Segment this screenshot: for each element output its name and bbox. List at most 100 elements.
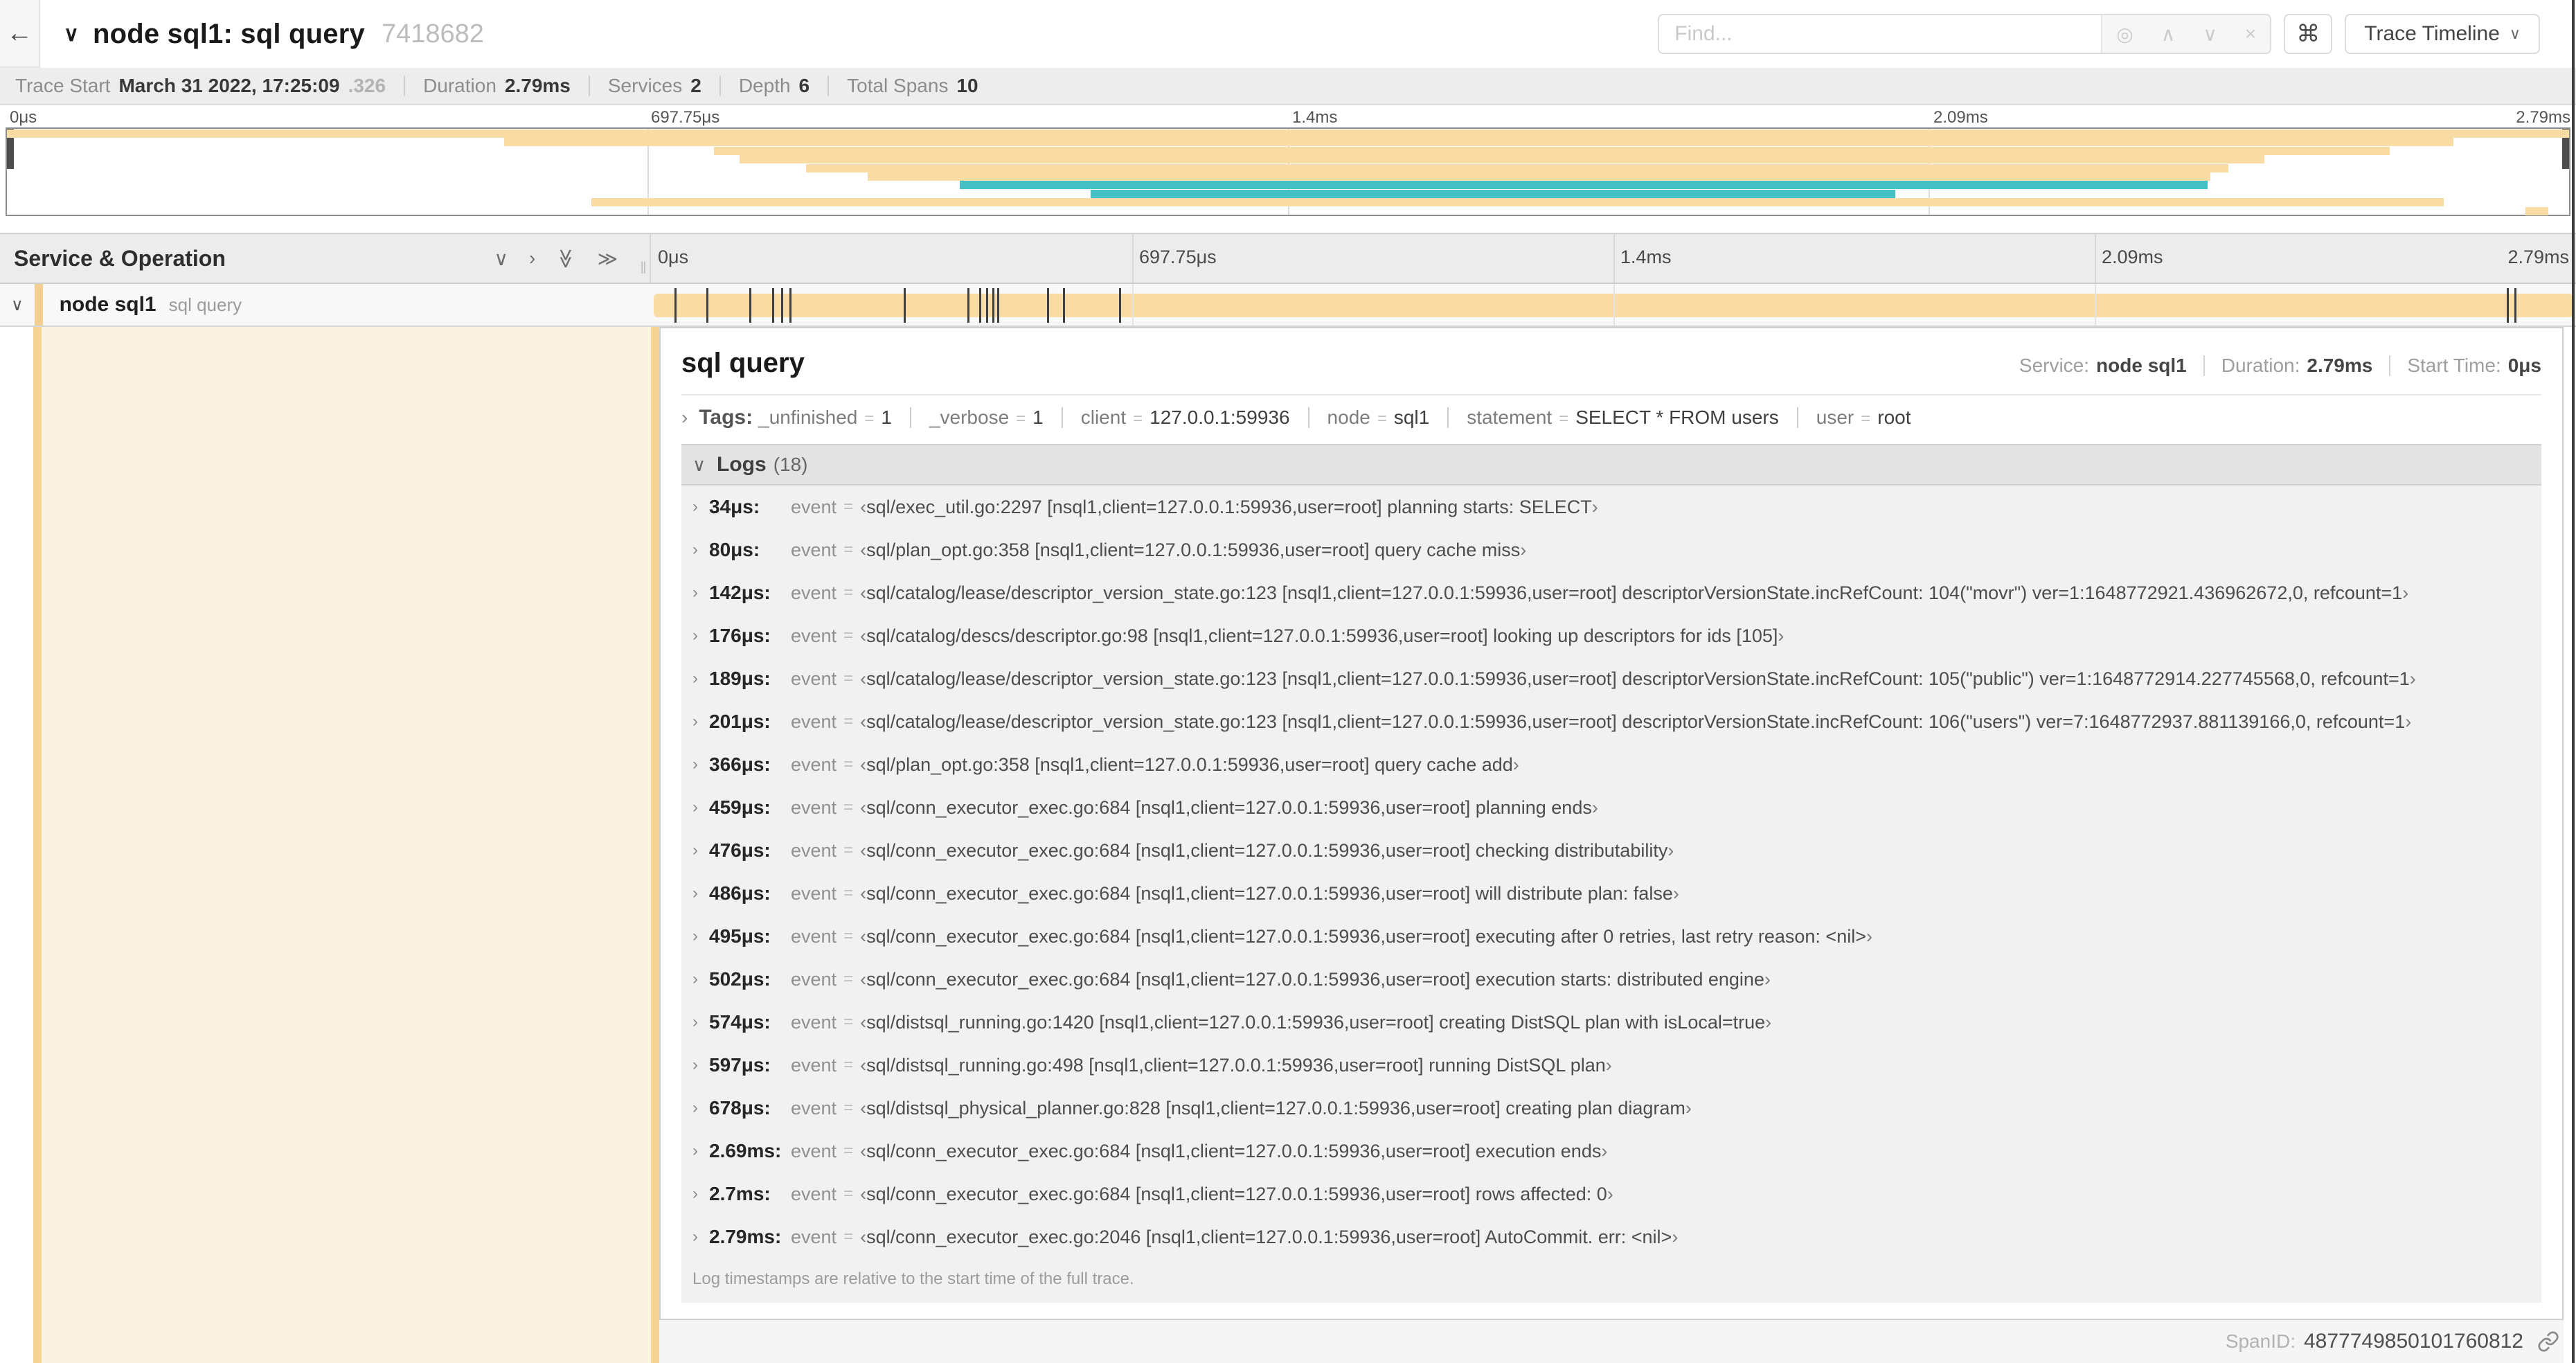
log-entry[interactable]: › 459μs: event = ‹ sql/conn_executor_exec.go:… — [681, 786, 2541, 829]
clear-search-icon[interactable]: × — [2245, 23, 2256, 45]
equals-sign: = — [843, 927, 854, 945]
log-marker — [903, 288, 906, 323]
next-match-icon[interactable]: ∨ — [2203, 23, 2217, 46]
collapse-one-icon[interactable]: ∨ — [494, 247, 509, 270]
log-marker — [1118, 288, 1121, 323]
detail-meta-value: 0μs — [2507, 355, 2541, 376]
expand-all-icon[interactable]: ≫ — [598, 247, 618, 270]
log-entry[interactable]: › 2.7ms: event = ‹ sql/conn_executor_exec.go:… — [681, 1173, 2541, 1215]
log-timestamp: 366μs: — [709, 754, 771, 775]
expand-one-icon[interactable]: › — [529, 247, 535, 269]
focus-target-icon[interactable]: ◎ — [2116, 23, 2133, 46]
chevron-right-icon[interactable]: › — [692, 1013, 698, 1032]
log-entry[interactable]: › 176μs: event = ‹ sql/catalog/descs/descript… — [681, 614, 2541, 657]
trace-title-group[interactable]: ∨ node sql1: sql query 7418682 — [64, 19, 484, 50]
tags-label: Tags: — [699, 406, 753, 429]
scrollbar[interactable] — [2572, 0, 2575, 1363]
chevron-right-icon[interactable]: › — [692, 927, 698, 946]
link-icon[interactable] — [2537, 1330, 2559, 1353]
chevron-down-icon[interactable]: ∨ — [692, 454, 706, 476]
close-quote: › — [1667, 839, 1674, 861]
back-button[interactable]: ← — [0, 0, 40, 68]
find-box: ◎ ∧ ∨ × — [1658, 14, 2272, 54]
equals-sign: = — [843, 1055, 854, 1074]
equals-sign: = — [1133, 409, 1143, 428]
tag-value: root — [1877, 407, 1911, 428]
trace-id: 7418682 — [381, 19, 484, 48]
keyboard-shortcuts-button[interactable]: ⌘ — [2284, 14, 2333, 54]
log-field-value: sql/conn_executor_exec.go:2046 [nsql1,cl… — [866, 1226, 1672, 1247]
log-entry[interactable]: › 366μs: event = ‹ sql/plan_opt.go:358 [nsql1… — [681, 743, 2541, 786]
chevron-right-icon[interactable]: › — [692, 497, 698, 517]
log-entry[interactable]: › 597μs: event = ‹ sql/distsql_running.go:498… — [681, 1044, 2541, 1087]
log-entry[interactable]: › 502μs: event = ‹ sql/conn_executor_exec.go:… — [681, 958, 2541, 1001]
log-entry[interactable]: › 80μs: event = ‹ sql/plan_opt.go:358 [nsql1,… — [681, 528, 2541, 571]
open-quote: ‹ — [860, 496, 867, 517]
log-entry[interactable]: › 2.69ms: event = ‹ sql/conn_executor_exec.go… — [681, 1130, 2541, 1173]
logs-header[interactable]: ∨ Logs (18) — [681, 444, 2541, 485]
gridline — [1613, 234, 1615, 283]
find-input[interactable] — [1659, 15, 2102, 53]
log-entry[interactable]: › 142μs: event = ‹ sql/catalog/lease/descript… — [681, 571, 2541, 614]
log-field-name: event — [791, 711, 837, 732]
chevron-right-icon[interactable]: › — [692, 669, 698, 688]
chevron-right-icon[interactable]: › — [692, 798, 698, 817]
chevron-right-icon[interactable]: › — [692, 1227, 698, 1247]
log-entry[interactable]: › 2.79ms: event = ‹ sql/conn_executor_exec.go… — [681, 1215, 2541, 1258]
log-field-value: sql/conn_executor_exec.go:684 [nsql1,cli… — [866, 1140, 1602, 1161]
log-marker — [772, 288, 775, 323]
span-detail-panel: sql query Service: node sql1 Duration: 2.79… — [659, 327, 2564, 1320]
open-quote: ‹ — [860, 1011, 867, 1033]
close-quote: › — [2409, 668, 2416, 689]
equals-sign: = — [843, 1013, 854, 1031]
chevron-right-icon[interactable]: › — [692, 626, 698, 645]
minimap-span — [591, 198, 2444, 207]
chevron-right-icon[interactable]: › — [692, 712, 698, 731]
chevron-right-icon[interactable]: › — [692, 970, 698, 989]
equals-sign: = — [843, 626, 854, 645]
detail-meta-value: 2.79ms — [2307, 355, 2373, 376]
chevron-right-icon[interactable]: › — [692, 583, 698, 603]
detail-meta-value: node sql1 — [2096, 355, 2187, 376]
chevron-right-icon[interactable]: › — [692, 1098, 698, 1118]
log-timestamp: 176μs: — [709, 625, 771, 646]
chevron-right-icon[interactable]: › — [692, 755, 698, 774]
close-quote: › — [1866, 925, 1872, 947]
column-resizer-handle[interactable]: ‖ — [640, 259, 647, 278]
chevron-right-icon[interactable]: › — [692, 1055, 698, 1075]
divider — [909, 407, 911, 428]
minimap-tick-label: 1.4ms — [1292, 108, 1338, 127]
timeline-ticks-header: 0μs 697.75μs 1.4ms 2.09ms 2.79ms — [651, 234, 2576, 283]
chevron-right-icon[interactable]: › — [692, 884, 698, 903]
divider — [1061, 407, 1063, 428]
minimap-tick-labels: 0μs 697.75μs 1.4ms 2.09ms 2.79ms — [6, 105, 2570, 127]
chevron-right-icon[interactable]: › — [681, 407, 688, 429]
gridline — [1132, 284, 1134, 326]
view-selector-button[interactable]: Trace Timeline ∨ — [2345, 14, 2540, 54]
tags-row[interactable]: › Tags: _unfinished = 1 _verbose = 1 client = 12… — [661, 395, 2562, 440]
chevron-right-icon[interactable]: › — [692, 841, 698, 860]
tag-key: statement — [1467, 407, 1553, 428]
collapse-all-icon[interactable]: ≫ — [555, 248, 578, 268]
log-entry[interactable]: › 476μs: event = ‹ sql/conn_executor_exec.go:… — [681, 829, 2541, 872]
log-timestamp: 2.69ms: — [709, 1140, 782, 1161]
log-entry[interactable]: › 574μs: event = ‹ sql/distsql_running.go:142… — [681, 1001, 2541, 1044]
log-entry[interactable]: › 678μs: event = ‹ sql/distsql_physical_plann… — [681, 1087, 2541, 1130]
chevron-right-icon[interactable]: › — [692, 540, 698, 560]
log-entry[interactable]: › 486μs: event = ‹ sql/conn_executor_exec.go:… — [681, 872, 2541, 915]
span-bar-track — [651, 284, 2576, 326]
find-controls: ◎ ∧ ∨ × — [2101, 15, 2271, 53]
log-entry[interactable]: › 201μs: event = ‹ sql/catalog/lease/descript… — [681, 700, 2541, 743]
chevron-down-icon[interactable]: ∨ — [64, 22, 79, 46]
prev-match-icon[interactable]: ∧ — [2161, 23, 2176, 46]
chevron-right-icon[interactable]: › — [692, 1141, 698, 1161]
close-quote: › — [1605, 1054, 1612, 1076]
log-entry[interactable]: › 189μs: event = ‹ sql/catalog/lease/descript… — [681, 657, 2541, 700]
chevron-right-icon[interactable]: › — [692, 1184, 698, 1204]
trace-minimap[interactable] — [6, 127, 2570, 216]
open-quote: ‹ — [860, 882, 867, 904]
log-entry[interactable]: › 34μs: event = ‹ sql/exec_util.go:2297 [nsql… — [681, 485, 2541, 528]
chevron-down-icon[interactable]: ∨ — [11, 295, 24, 315]
log-entry[interactable]: › 495μs: event = ‹ sql/conn_executor_exec.go:… — [681, 915, 2541, 958]
span-name-cell[interactable]: ∨ node sql1 sql query — [0, 284, 651, 326]
